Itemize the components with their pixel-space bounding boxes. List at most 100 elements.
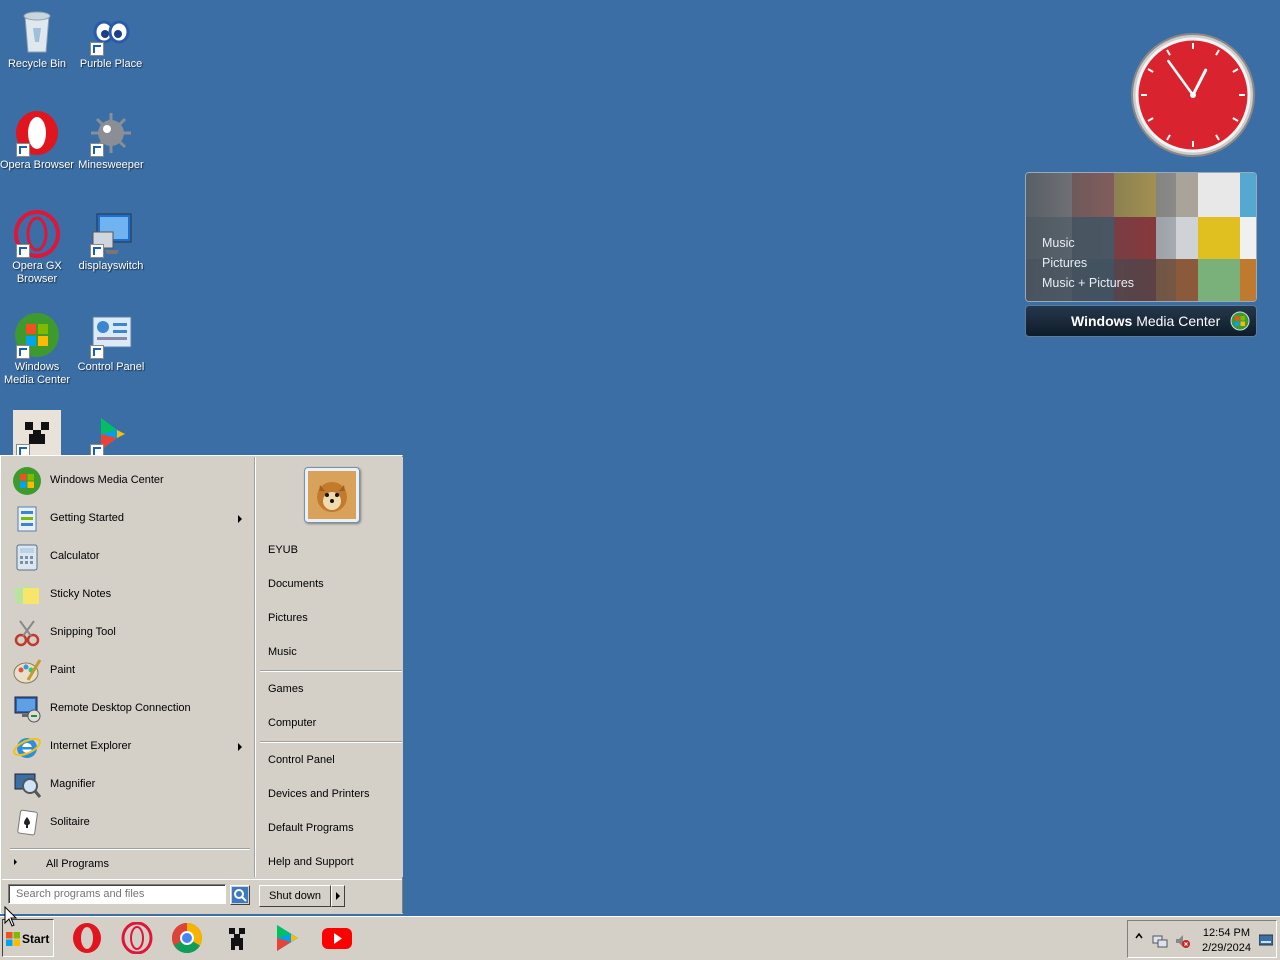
- clock-date: 2/29/2024: [1202, 942, 1251, 954]
- shortcut-arrow-icon: [16, 143, 30, 157]
- link-documents[interactable]: Documents: [268, 578, 324, 590]
- shutdown-button[interactable]: Shut down: [259, 885, 331, 907]
- search-icon: [232, 887, 248, 903]
- minesweeper-icon: [87, 109, 135, 157]
- clock-time: 12:54 PM: [1202, 927, 1251, 939]
- desktop-icon-purble-place[interactable]: Purble Place: [74, 8, 148, 71]
- desktop-icon-windows-media-center[interactable]: Windows Media Center: [0, 311, 74, 387]
- solitaire-icon: [12, 808, 42, 838]
- program-windows-media-center[interactable]: Windows Media Center: [8, 463, 248, 499]
- program-getting-started[interactable]: Getting Started: [8, 501, 248, 537]
- purble-place-icon: [87, 8, 135, 56]
- taskbar-clock[interactable]: 12:54 PM 2/29/2024: [1202, 926, 1251, 956]
- magnifier-icon: [12, 770, 42, 800]
- shutdown-options-arrow[interactable]: [331, 885, 345, 907]
- link-pictures[interactable]: Pictures: [268, 612, 308, 624]
- link-games[interactable]: Games: [268, 683, 303, 695]
- program-paint[interactable]: Paint: [8, 653, 248, 689]
- opera-gx-icon: [13, 210, 61, 258]
- calculator-icon: [12, 542, 42, 572]
- program-label: Windows Media Center: [50, 474, 164, 486]
- desktop-icon-recycle-bin[interactable]: Recycle Bin: [0, 8, 74, 71]
- wmc-title-bold: Windows: [1071, 313, 1133, 329]
- search-button[interactable]: [230, 885, 250, 905]
- desktop-icon-label: Opera GX Browser: [12, 260, 62, 285]
- taskbar: Start 12:54 PM 2/29/2024: [0, 916, 1280, 960]
- user-picture-dog: [308, 471, 356, 519]
- desktop-icon-label: displayswitch: [78, 260, 144, 272]
- link-user-folder[interactable]: EYUB: [268, 544, 298, 556]
- media-center-gadget[interactable]: Music Pictures Music + Pictures Windows …: [1025, 172, 1257, 337]
- youtube-icon: [322, 928, 352, 949]
- opera-icon: [73, 923, 101, 953]
- link-devices-printers[interactable]: Devices and Printers: [268, 788, 370, 800]
- desktop-icon-label: Purble Place: [79, 58, 143, 70]
- minecraft-icon: [13, 410, 61, 458]
- clock-gadget[interactable]: [1130, 32, 1256, 158]
- link-control-panel[interactable]: Control Panel: [268, 754, 335, 766]
- taskbar-opera-gx[interactable]: [121, 922, 153, 954]
- volume-muted-icon[interactable]: [1174, 933, 1190, 949]
- desktop-icon-label: Recycle Bin: [7, 58, 67, 70]
- link-music[interactable]: Music: [268, 646, 297, 658]
- taskbar-youtube[interactable]: [321, 922, 353, 954]
- program-label: Remote Desktop Connection: [50, 702, 191, 714]
- program-label: Snipping Tool: [50, 626, 116, 638]
- desktop-icon-label: Opera Browser: [0, 159, 74, 171]
- program-snipping-tool[interactable]: Snipping Tool: [8, 615, 248, 651]
- program-magnifier[interactable]: Magnifier: [8, 767, 248, 803]
- taskbar-minecraft[interactable]: [221, 922, 253, 954]
- opera-gx-icon: [121, 922, 153, 954]
- network-icon[interactable]: [1152, 933, 1168, 949]
- link-default-programs[interactable]: Default Programs: [268, 822, 354, 834]
- link-computer[interactable]: Computer: [268, 717, 316, 729]
- program-sticky-notes[interactable]: Sticky Notes: [8, 577, 248, 613]
- link-help-support[interactable]: Help and Support: [268, 856, 354, 868]
- taskbar-chrome[interactable]: [171, 922, 203, 954]
- places-pane: EYUB Documents Pictures Music Games Comp…: [255, 457, 403, 877]
- user-avatar[interactable]: [304, 467, 360, 523]
- desktop-icon-displayswitch[interactable]: displayswitch: [74, 210, 148, 273]
- sticky-notes-icon: [12, 580, 42, 610]
- display-switch-icon: [87, 210, 135, 258]
- taskbar-google-play[interactable]: [271, 922, 303, 954]
- programs-separator: [10, 848, 250, 850]
- shortcut-arrow-icon: [16, 244, 30, 258]
- system-tray: 12:54 PM 2/29/2024: [1127, 920, 1277, 958]
- recycle-bin-icon: [13, 8, 61, 56]
- shortcut-arrow-icon: [90, 244, 104, 258]
- windows-media-center-icon: [12, 466, 42, 496]
- wmc-menu-music-pictures[interactable]: Music + Pictures: [1042, 276, 1134, 290]
- taskbar-opera[interactable]: [71, 922, 103, 954]
- desktop-icon-label: Control Panel: [77, 361, 145, 373]
- desktop-icon-google-play[interactable]: [74, 410, 148, 460]
- search-input[interactable]: [8, 884, 226, 904]
- desktop-icon-opera-gx[interactable]: Opera GX Browser: [0, 210, 74, 286]
- wmc-menu-pictures[interactable]: Pictures: [1042, 256, 1087, 270]
- wmc-title-bar[interactable]: Windows Media Center: [1025, 305, 1257, 337]
- show-hidden-icons-chevron-icon[interactable]: [1134, 931, 1144, 947]
- submenu-arrow-icon: [238, 743, 242, 751]
- program-label: Getting Started: [50, 512, 124, 524]
- desktop-icon-minesweeper[interactable]: Minesweeper: [74, 109, 148, 172]
- program-label: Sticky Notes: [50, 588, 112, 600]
- submenu-arrow-icon: [238, 515, 242, 523]
- desktop-icon-minecraft[interactable]: [0, 410, 74, 460]
- all-programs-button[interactable]: All Programs: [8, 853, 248, 875]
- desktop-icon-label: Minesweeper: [78, 159, 144, 171]
- shortcut-arrow-icon: [90, 42, 104, 56]
- wmc-menu-music[interactable]: Music: [1042, 236, 1075, 250]
- start-menu-bottom-bar: Shut down: [2, 879, 402, 914]
- snipping-tool-icon: [12, 618, 42, 648]
- program-label: Solitaire: [50, 816, 90, 828]
- program-remote-desktop[interactable]: Remote Desktop Connection: [8, 691, 248, 727]
- desktop-icon-opera[interactable]: Opera Browser: [0, 109, 74, 172]
- program-internet-explorer[interactable]: Internet Explorer: [8, 729, 248, 765]
- program-calculator[interactable]: Calculator: [8, 539, 248, 575]
- show-desktop-icon[interactable]: [1258, 933, 1274, 949]
- shortcut-arrow-icon: [90, 345, 104, 359]
- program-solitaire[interactable]: Solitaire: [8, 805, 248, 841]
- expand-arrow-icon: [14, 859, 17, 865]
- desktop-icon-control-panel[interactable]: Control Panel: [74, 311, 148, 374]
- remote-desktop-icon: [12, 694, 42, 724]
